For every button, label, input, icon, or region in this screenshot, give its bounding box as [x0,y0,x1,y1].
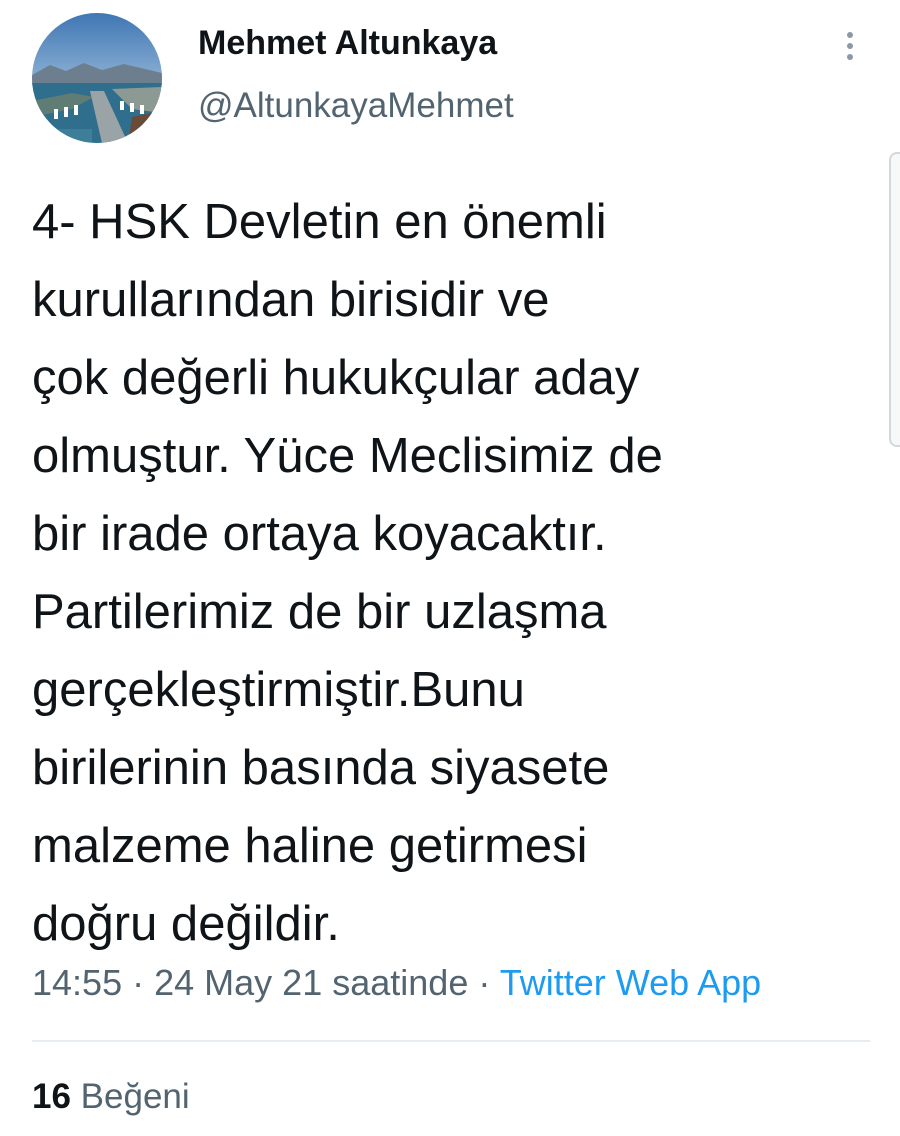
tweet-time[interactable]: 14:55 [32,962,122,1003]
more-dot [847,32,853,38]
likes-label: Beğeni [80,1077,190,1116]
tweet-header: Mehmet Altunkaya @AltunkayaMehmet [0,0,900,150]
tweet-source-link[interactable]: Twitter Web App [500,962,761,1003]
tweet-text-line: birilerinin basında siyasete [32,741,610,795]
tweet-text-line: doğru değildir. [32,897,340,951]
tweet-text: 4- HSK Devletin en önemli kurullarından … [32,183,872,963]
meta-separator: · [132,962,145,1003]
tweet-text-line: bir irade ortaya koyacaktır. [32,507,607,561]
likes-count: 16 [32,1077,71,1116]
avatar[interactable] [32,13,162,143]
divider [32,1040,870,1042]
more-dot [847,54,853,60]
tweet-text-line: kurullarından birisidir ve [32,273,550,327]
more-dot [847,43,853,49]
avatar-image [32,13,162,143]
tweet-text-line: malzeme haline getirmesi [32,819,588,873]
likes-stat[interactable]: 16 Beğeni [32,1077,190,1117]
tweet-meta: 14:55 · 24 May 21 saatinde · Twitter Web… [32,962,761,1004]
scroll-edge-handle[interactable] [889,152,900,447]
meta-separator: · [478,962,491,1003]
more-vertical-icon[interactable] [836,28,864,64]
tweet-text-line: gerçekleştirmiştir.Bunu [32,663,525,717]
tweet-text-line: 4- HSK Devletin en önemli [32,195,607,249]
tweet-date[interactable]: 24 May 21 saatinde [154,962,468,1003]
tweet-text-line: Partilerimiz de bir uzlaşma [32,585,607,639]
author-display-name[interactable]: Mehmet Altunkaya [198,24,497,63]
author-handle[interactable]: @AltunkayaMehmet [198,86,514,126]
tweet-text-line: çok değerli hukukçular aday [32,351,640,405]
tweet-text-line: olmuştur. Yüce Meclisimiz de [32,429,663,483]
